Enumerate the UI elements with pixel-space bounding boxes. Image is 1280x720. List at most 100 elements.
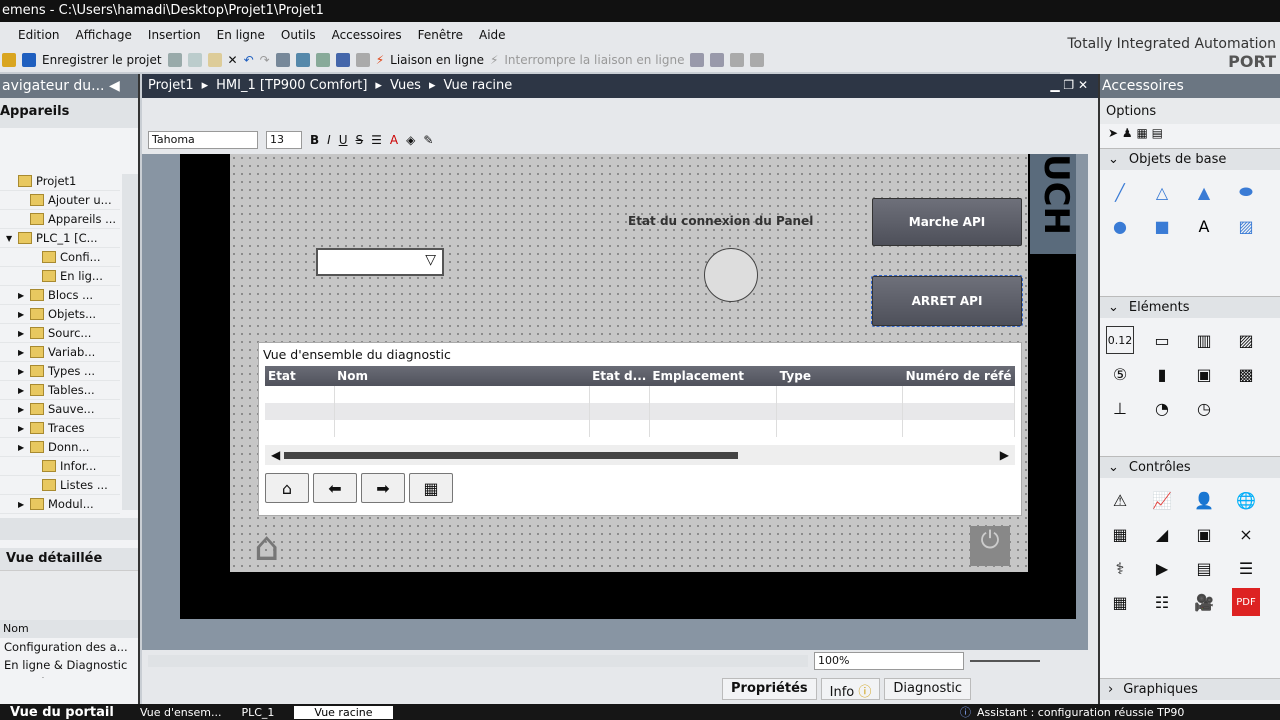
sysdiag-view-icon[interactable]: ▤ [1190, 554, 1218, 582]
runtime-icon[interactable] [355, 53, 370, 67]
alarm-view-icon[interactable]: ⚠ [1106, 486, 1134, 514]
expand-arrow-icon[interactable]: ▶ [18, 405, 26, 414]
menu-item[interactable]: En ligne [217, 28, 265, 48]
expand-arrow-icon[interactable]: ▶ [18, 386, 26, 395]
section-basic-objects[interactable]: ⌄ Objets de base [1100, 148, 1280, 170]
bold-icon[interactable]: B [310, 133, 319, 147]
table-view-icon[interactable]: ▦ [1106, 588, 1134, 616]
tree-item[interactable]: ▶ Traces [0, 419, 120, 438]
fill-color-icon[interactable]: ◈ [406, 133, 415, 147]
compile-icon[interactable] [275, 53, 290, 67]
connection-status-indicator[interactable] [704, 248, 758, 302]
arrow-right-icon[interactable]: ➡ [361, 473, 405, 503]
expand-arrow-icon[interactable]: ▶ [18, 329, 26, 338]
go-online-icon[interactable]: ⚡ [376, 53, 384, 67]
tree-item[interactable]: En lig... [0, 267, 120, 286]
power-icon[interactable]: ⏻ [970, 526, 1010, 566]
tree-scrollbar[interactable] [122, 174, 138, 510]
expand-arrow-icon[interactable]: ▶ [18, 348, 26, 357]
user-view-icon[interactable]: 👤 [1190, 486, 1218, 514]
column-header[interactable]: Etat [265, 366, 335, 386]
column-header[interactable]: Nom [334, 366, 590, 386]
hmi-screen[interactable]: ▽ Etat du connexion du Panel Marche API … [230, 154, 1028, 572]
menu-item[interactable]: Edition [18, 28, 60, 48]
sm-ip-icon[interactable]: ▣ [1190, 520, 1218, 548]
accessible-devices-icon[interactable] [690, 53, 705, 67]
expand-arrow-icon[interactable]: ▶ [18, 291, 26, 300]
collapse-icon[interactable]: ◀ [109, 78, 120, 94]
status-force-icon[interactable]: ◢ [1148, 520, 1176, 548]
symbolic-io-dropdown[interactable]: ▽ [316, 248, 444, 276]
menu-item[interactable]: Affichage [76, 28, 132, 48]
undo-icon[interactable]: ↶ [244, 53, 254, 67]
open-project-icon[interactable] [2, 53, 16, 67]
scroll-right-icon[interactable]: ▶ [1000, 448, 1009, 462]
tree-item[interactable]: ▶ Objets... [0, 305, 120, 324]
open-editor-tab[interactable]: Vue d'ensem... [140, 706, 221, 719]
tab-diagnostic[interactable]: Diagnostic [884, 678, 972, 700]
html-browser-icon[interactable]: 🌐 [1232, 486, 1260, 514]
screen-canvas[interactable]: ▽ Etat du connexion du Panel Marche API … [142, 154, 1088, 650]
font-family-select[interactable]: Tahoma [148, 131, 258, 149]
home-icon[interactable]: ⌂ [254, 524, 279, 570]
portal-view-button[interactable]: Vue du portail [0, 705, 140, 720]
expand-arrow-icon[interactable]: ▶ [18, 310, 26, 319]
detail-item[interactable]: Paramètres Runtime [0, 674, 138, 678]
system-diagnostic-icon[interactable]: ⚕ [1106, 554, 1134, 582]
breadcrumb-item[interactable]: Vues [390, 78, 421, 94]
column-header[interactable]: Numéro de réfé [902, 366, 1015, 386]
simulation-icon[interactable] [335, 53, 350, 67]
tab-info[interactable]: Info ⓘ [820, 678, 881, 700]
tree-hscrollbar[interactable] [0, 518, 138, 540]
home-icon[interactable]: ⌂ [265, 473, 309, 503]
scroll-thumb[interactable] [284, 451, 739, 459]
tab-properties[interactable]: Propriétés [722, 678, 817, 700]
split-vertical-icon[interactable] [750, 53, 765, 67]
expand-arrow-icon[interactable]: ▶ [18, 443, 26, 452]
column-header[interactable]: Type [776, 366, 903, 386]
tree-item[interactable]: ▶ Variab... [0, 343, 120, 362]
breadcrumb-item[interactable]: HMI_1 [TP900 Comfort] [216, 78, 367, 94]
polyline-icon[interactable]: △ [1148, 178, 1176, 206]
circle-icon[interactable]: ● [1106, 212, 1134, 240]
column-header[interactable]: Emplacement [649, 366, 777, 386]
upload-icon[interactable] [315, 53, 330, 67]
ellipse-icon[interactable]: ⬬ [1232, 178, 1260, 206]
expand-arrow-icon[interactable]: ▶ [18, 367, 26, 376]
breadcrumb-item[interactable]: Projet1 [148, 78, 194, 94]
underline-icon[interactable]: U [339, 133, 348, 147]
slider-icon[interactable]: ⊥ [1106, 394, 1134, 422]
table-row[interactable] [265, 386, 1015, 403]
devices-tab[interactable]: Appareils [0, 98, 138, 128]
tree-item[interactable]: ▶ Donn... [0, 438, 120, 457]
tree-item[interactable]: Projet1 [0, 172, 120, 191]
menu-item[interactable]: Insertion [148, 28, 201, 48]
split-horizontal-icon[interactable] [730, 53, 745, 67]
tree-item[interactable]: ▶ Modul... [0, 495, 120, 514]
canvas-hscrollbar[interactable] [148, 655, 808, 667]
symbol-library-icon[interactable]: ▩ [1232, 360, 1260, 388]
open-editor-tab[interactable]: Vue racine [294, 705, 393, 719]
strikethrough-icon[interactable]: S [356, 133, 364, 147]
breadcrumb-item[interactable]: Vue racine [444, 78, 513, 94]
tree-item[interactable]: Confi... [0, 248, 120, 267]
polygon-icon[interactable]: ▲ [1190, 178, 1218, 206]
window-controls[interactable]: ▁ ❐ ✕ [1050, 78, 1088, 92]
open-editor-tab[interactable]: PLC_1 [241, 706, 274, 719]
date-time-icon[interactable]: ⑤ [1106, 360, 1134, 388]
section-controls[interactable]: ⌄ Contrôles [1100, 456, 1280, 478]
graphic-view-icon[interactable]: ▨ [1232, 212, 1260, 240]
italic-icon[interactable]: I [327, 133, 331, 147]
sysdiag-window-icon[interactable]: ☷ [1148, 588, 1176, 616]
copy-icon[interactable] [187, 53, 202, 67]
zoom-select[interactable]: 100% [814, 652, 964, 670]
tree-item[interactable]: ▶ Tables... [0, 381, 120, 400]
f-x-view-icon[interactable]: ⨯ [1232, 520, 1260, 548]
align-icon[interactable]: ☰ [371, 133, 382, 147]
text-field-icon[interactable]: A [1190, 212, 1218, 240]
rectangle-icon[interactable]: ■ [1148, 212, 1176, 240]
detail-item[interactable]: Configuration des a... [0, 638, 138, 656]
tree-item[interactable]: ▶ Blocs ... [0, 286, 120, 305]
tree-item[interactable]: Listes ... [0, 476, 120, 495]
gauge-icon[interactable]: ◔ [1148, 394, 1176, 422]
